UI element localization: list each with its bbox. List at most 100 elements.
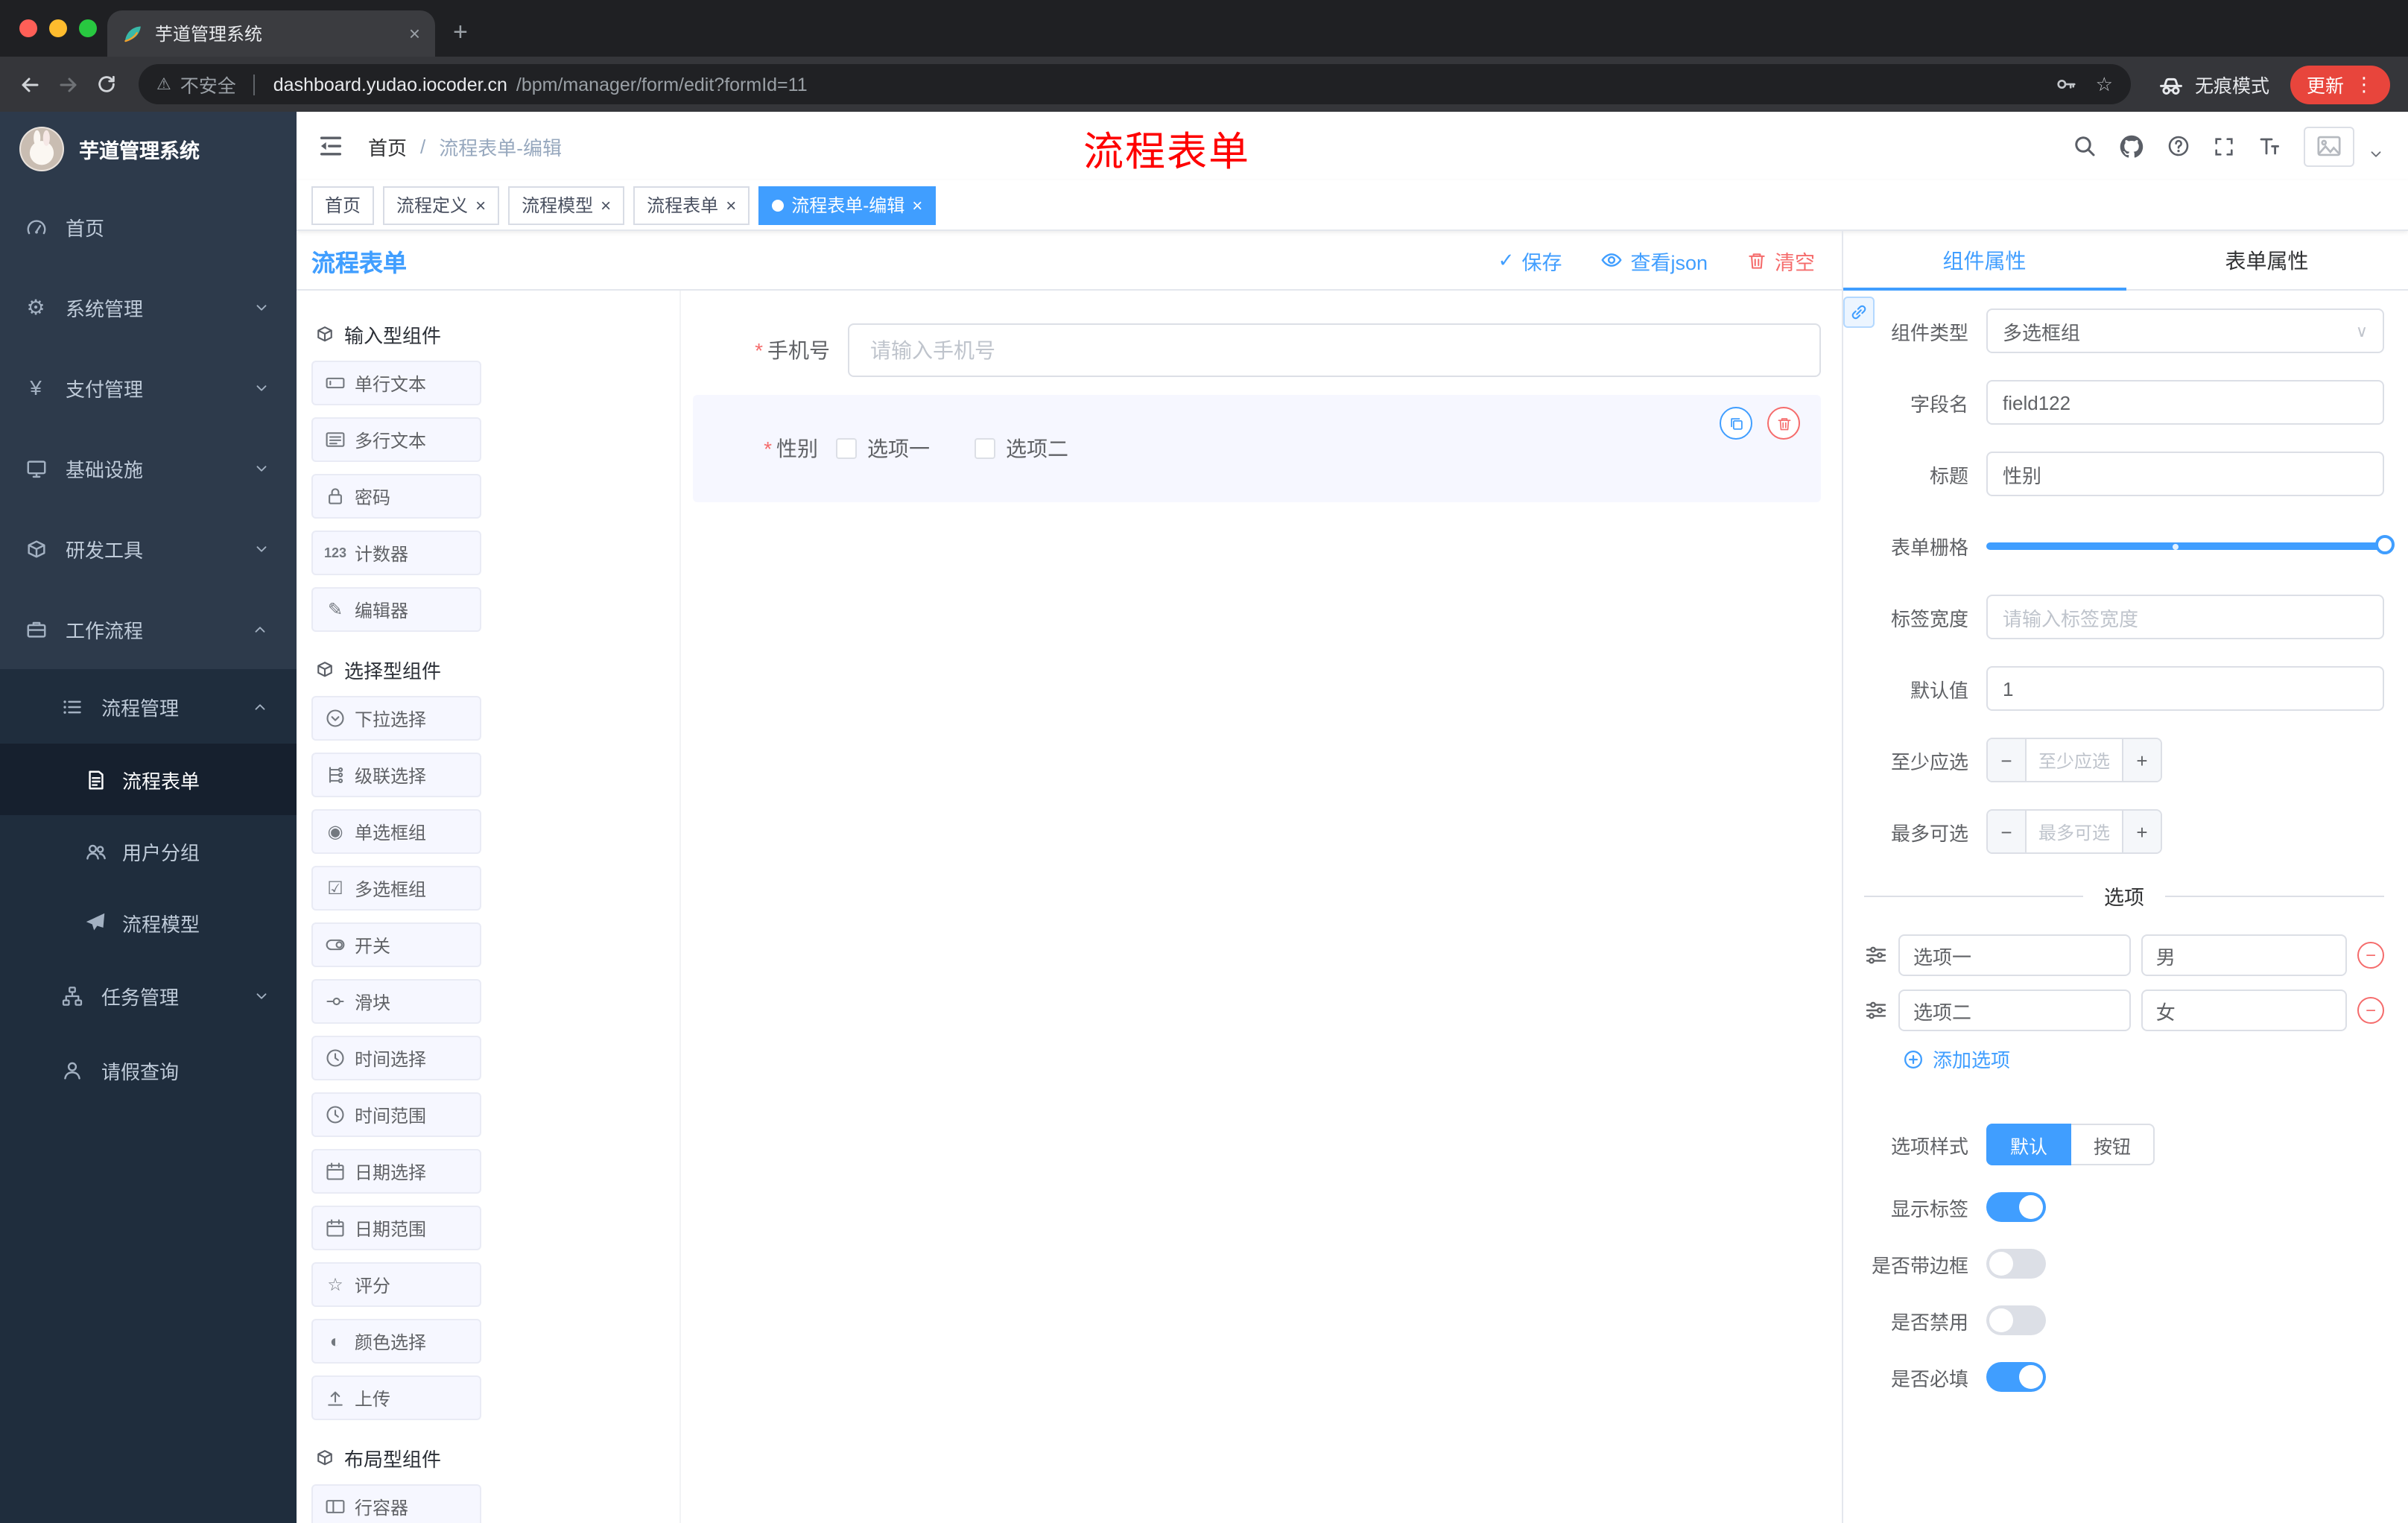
option1-label-input[interactable]: 选项一 bbox=[1898, 934, 2131, 976]
browser-tab[interactable]: 芋道管理系统 × bbox=[107, 10, 435, 57]
doc-link-button[interactable] bbox=[1843, 297, 1875, 328]
bookmark-star-icon[interactable]: ☆ bbox=[2096, 72, 2113, 96]
zoom-window-button[interactable] bbox=[79, 19, 97, 37]
new-tab-button[interactable]: + bbox=[453, 18, 468, 48]
palette-item-date-picker[interactable]: 日期选择 bbox=[311, 1149, 481, 1194]
clear-button[interactable]: 清空 bbox=[1746, 245, 1815, 275]
palette-item-multi-text[interactable]: 多行文本 bbox=[311, 417, 481, 462]
palette-item-time-range[interactable]: 时间范围 bbox=[311, 1092, 481, 1137]
sidebar-item-devtools[interactable]: 研发工具 bbox=[0, 508, 297, 589]
sidebar-item-task-mgmt[interactable]: 任务管理 bbox=[0, 958, 297, 1033]
close-icon[interactable]: × bbox=[601, 194, 611, 215]
add-option-button[interactable]: 添加选项 bbox=[1903, 1045, 2384, 1073]
url-bar[interactable]: ⚠ 不安全 dashboard.yudao.iocoder.cn /bpm/ma… bbox=[139, 64, 2131, 104]
sidebar-item-system[interactable]: ⚙ 系统管理 bbox=[0, 267, 297, 347]
gender-checkbox-option2[interactable]: 选项二 bbox=[975, 434, 1068, 463]
slider-handle[interactable] bbox=[2375, 534, 2395, 554]
canvas-field-gender-selected[interactable]: 性别 选项一 选项二 bbox=[693, 395, 1821, 502]
palette-item-rate[interactable]: ☆ 评分 bbox=[311, 1262, 481, 1307]
title-input[interactable]: 性别 bbox=[1986, 452, 2384, 496]
copy-field-button[interactable] bbox=[1720, 407, 1752, 440]
save-button[interactable]: ✓ 保存 bbox=[1498, 245, 1562, 275]
forward-icon[interactable] bbox=[57, 72, 80, 96]
min-select-input[interactable]: 至少应选 bbox=[2027, 739, 2122, 781]
breadcrumb-home[interactable]: 首页 bbox=[368, 132, 407, 160]
sidebar-item-workflow[interactable]: 工作流程 bbox=[0, 589, 297, 669]
sidebar-item-home[interactable]: 首页 bbox=[0, 186, 297, 267]
password-key-icon[interactable] bbox=[2056, 73, 2078, 95]
github-icon[interactable] bbox=[2119, 133, 2144, 159]
palette-item-row-container[interactable]: 行容器 bbox=[311, 1484, 481, 1523]
user-avatar[interactable] bbox=[2304, 126, 2354, 166]
sidebar-item-payment[interactable]: ¥ 支付管理 bbox=[0, 347, 297, 428]
stepper-decrease-button[interactable]: − bbox=[1988, 811, 2027, 852]
view-json-button[interactable]: 查看json bbox=[1600, 245, 1708, 275]
palette-item-date-range[interactable]: 日期范围 bbox=[311, 1206, 481, 1250]
sidebar-item-user-group[interactable]: 用户分组 bbox=[0, 815, 297, 887]
tag-process-form[interactable]: 流程表单 × bbox=[633, 186, 750, 224]
stepper-decrease-button[interactable]: − bbox=[1988, 739, 2027, 781]
label-width-input[interactable]: 请输入标签宽度 bbox=[1986, 595, 2384, 639]
show-label-toggle[interactable] bbox=[1986, 1192, 2046, 1222]
checkbox-box[interactable] bbox=[836, 438, 857, 459]
palette-item-slider[interactable]: 滑块 bbox=[311, 979, 481, 1024]
fullscreen-icon[interactable] bbox=[2213, 135, 2235, 157]
grid-slider[interactable] bbox=[1986, 523, 2395, 568]
close-window-button[interactable] bbox=[19, 19, 37, 37]
reload-icon[interactable] bbox=[95, 73, 118, 95]
sidebar-item-process-model[interactable]: 流程模型 bbox=[0, 887, 297, 958]
palette-item-single-text[interactable]: 单行文本 bbox=[311, 361, 481, 405]
close-icon[interactable]: × bbox=[912, 194, 922, 215]
canvas-field-phone[interactable]: 手机号 请输入手机号 bbox=[693, 323, 1821, 377]
close-icon[interactable]: × bbox=[726, 194, 736, 215]
option2-label-input[interactable]: 选项二 bbox=[1898, 990, 2131, 1031]
sidebar-item-process-mgmt[interactable]: 流程管理 bbox=[0, 669, 297, 744]
back-icon[interactable] bbox=[18, 72, 42, 96]
search-icon[interactable] bbox=[2073, 134, 2097, 158]
field-name-input[interactable]: field122 bbox=[1986, 380, 2384, 425]
palette-item-checkbox-group[interactable]: ☑ 多选框组 bbox=[311, 866, 481, 911]
option2-value-input[interactable]: 女 bbox=[2141, 990, 2347, 1031]
drag-handle-icon[interactable] bbox=[1864, 998, 1888, 1022]
sidebar-item-infrastructure[interactable]: 基础设施 bbox=[0, 428, 297, 508]
browser-update-button[interactable]: 更新 ⋮ bbox=[2290, 65, 2390, 104]
remove-option-button[interactable]: − bbox=[2357, 942, 2384, 969]
tag-process-definition[interactable]: 流程定义 × bbox=[383, 186, 500, 224]
delete-field-button[interactable] bbox=[1767, 407, 1800, 440]
border-toggle[interactable] bbox=[1986, 1249, 2046, 1279]
palette-item-color-picker[interactable]: ◐ 颜色选择 bbox=[311, 1319, 481, 1364]
palette-item-counter[interactable]: 123 计数器 bbox=[311, 531, 481, 575]
form-canvas[interactable]: 手机号 请输入手机号 性别 选项一 bbox=[681, 291, 1842, 1523]
disabled-toggle[interactable] bbox=[1986, 1305, 2046, 1335]
style-button-button[interactable]: 按钮 bbox=[2071, 1124, 2155, 1165]
tab-component-props[interactable]: 组件属性 bbox=[1843, 231, 2126, 291]
max-select-input[interactable]: 最多可选 bbox=[2027, 811, 2122, 852]
palette-item-upload[interactable]: 上传 bbox=[311, 1375, 481, 1420]
palette-item-dropdown[interactable]: 下拉选择 bbox=[311, 696, 481, 741]
style-default-button[interactable]: 默认 bbox=[1986, 1124, 2072, 1165]
tag-home[interactable]: 首页 bbox=[311, 186, 375, 224]
tab-close-icon[interactable]: × bbox=[409, 22, 420, 45]
sidebar-item-leave-query[interactable]: 请假查询 bbox=[0, 1033, 297, 1107]
slider-track[interactable] bbox=[1986, 534, 2395, 554]
palette-item-editor[interactable]: ✎ 编辑器 bbox=[311, 587, 481, 632]
phone-input[interactable]: 请输入手机号 bbox=[848, 323, 1821, 377]
palette-item-switch[interactable]: 开关 bbox=[311, 922, 481, 967]
minimize-window-button[interactable] bbox=[49, 19, 67, 37]
browser-menu-icon[interactable]: ⋮ bbox=[2354, 72, 2374, 96]
font-size-icon[interactable] bbox=[2258, 134, 2281, 158]
sidebar-item-process-form[interactable]: 流程表单 bbox=[0, 744, 297, 815]
component-type-select[interactable]: 多选框组 ∨ bbox=[1986, 308, 2384, 353]
palette-item-time-picker[interactable]: 时间选择 bbox=[311, 1036, 481, 1080]
help-icon[interactable] bbox=[2167, 134, 2190, 158]
stepper-increase-button[interactable]: + bbox=[2122, 811, 2161, 852]
app-logo[interactable]: 芋道管理系统 bbox=[0, 112, 297, 186]
palette-item-password[interactable]: 密码 bbox=[311, 474, 481, 519]
drag-handle-icon[interactable] bbox=[1864, 943, 1888, 967]
security-label[interactable]: 不安全 bbox=[180, 70, 236, 98]
close-icon[interactable]: × bbox=[475, 194, 486, 215]
tab-form-props[interactable]: 表单属性 bbox=[2126, 231, 2408, 289]
palette-item-radio-group[interactable]: ◉ 单选框组 bbox=[311, 809, 481, 854]
avatar-caret-down-icon[interactable] bbox=[2368, 145, 2384, 162]
tag-process-form-edit[interactable]: 流程表单-编辑 × bbox=[758, 186, 937, 224]
